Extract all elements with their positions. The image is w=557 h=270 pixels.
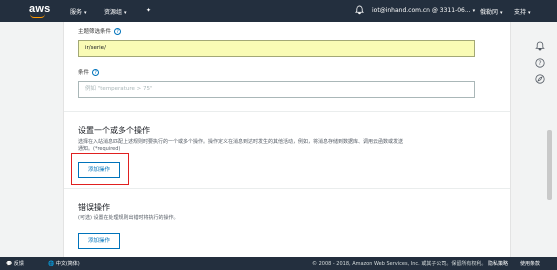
error-action-section-title: 错误操作 [78, 203, 110, 212]
chevron-down-icon: ▾ [500, 10, 503, 16]
copyright-text: © 2008 - 2018, Amazon Web Services, Inc.… [312, 261, 487, 267]
topic-filter-field-label: 主题筛选条件? [78, 27, 122, 35]
compass-icon[interactable] [535, 69, 545, 84]
bell-icon[interactable] [535, 36, 545, 51]
add-error-action-button[interactable]: 添加操作 [78, 233, 120, 249]
error-action-description: (可选) 设置在处理规则出错时将执行的操作。 [78, 215, 179, 221]
topic-filter-input[interactable]: ir/serie/ [78, 40, 475, 57]
top-navigation-bar: aws 服务 ▾ 资源组 ▾ ✦ iot@inhand.com.cn @ 3311-… [0, 0, 557, 22]
account-menu[interactable]: iot@inhand.com.cn @ 3311-06... ▾ [372, 7, 475, 14]
info-icon[interactable]: ? [114, 28, 122, 35]
services-menu[interactable]: 服务 ▾ [70, 7, 87, 16]
bell-icon[interactable] [354, 5, 365, 15]
region-menu[interactable]: 俄勒冈 ▾ [480, 7, 503, 16]
add-action-button[interactable]: 添加操作 [78, 162, 120, 178]
actions-description-line-1: 选择在入站消息匹配上述规则时要执行的一个或多个操作。操作定义在消息到达时发生的其… [78, 139, 404, 145]
condition-input[interactable]: 例如 "temperature > 75" [78, 81, 475, 98]
chevron-down-icon: ▾ [124, 10, 127, 16]
feedback-label: 反馈 [13, 261, 24, 267]
svg-text:?: ? [538, 60, 541, 67]
actions-section-description: 选择在入站消息匹配上述规则时要执行的一个或多个操作。操作定义在消息到达时发生的其… [78, 139, 498, 153]
section-divider [64, 111, 510, 112]
services-label: 服务 [70, 9, 83, 16]
language-label: 中文(简体) [55, 261, 80, 267]
resource-groups-label: 资源组 [104, 9, 123, 16]
terms-link[interactable]: 使用条款 [520, 260, 540, 267]
vertical-scrollbar[interactable] [547, 130, 552, 200]
rule-form-panel: 主题筛选条件? ir/serie/ 条件? 例如 "temperature > … [63, 22, 511, 257]
topic-filter-label: 主题筛选条件 [78, 29, 112, 35]
language-selector[interactable]: 🌐 中文(简体) [48, 260, 80, 267]
footer-bar: 💬 反馈 🌐 中文(简体) © 2008 - 2018, Amazon Web … [0, 257, 557, 270]
actions-section-title: 设置一个或多个操作 [78, 126, 150, 135]
privacy-link[interactable]: 隐私策略 [488, 260, 508, 267]
chevron-down-icon: ▾ [528, 10, 531, 16]
help-icon[interactable]: ? [535, 53, 545, 68]
support-menu[interactable]: 支持 ▾ [514, 7, 531, 16]
aws-logo-smile-icon [30, 14, 45, 18]
condition-label: 条件 [78, 70, 90, 76]
main-content: 主题筛选条件? ir/serie/ 条件? 例如 "temperature > … [8, 22, 527, 257]
support-label: 支持 [514, 9, 527, 16]
chevron-down-icon: ▾ [472, 8, 476, 14]
aws-logo[interactable]: aws [29, 3, 59, 19]
condition-field-label: 条件? [78, 68, 100, 76]
account-label: iot@inhand.com.cn @ 3311-06... [372, 7, 471, 14]
chevron-down-icon: ▾ [84, 10, 87, 16]
region-label: 俄勒冈 [480, 9, 499, 16]
actions-description-line-2: 通知。(*required) [78, 146, 121, 152]
feedback-link[interactable]: 💬 反馈 [6, 260, 24, 267]
pin-icon[interactable]: ✦ [146, 7, 151, 14]
right-rail: ? [527, 22, 557, 257]
section-divider [64, 188, 510, 189]
resource-groups-menu[interactable]: 资源组 ▾ [104, 7, 127, 16]
info-icon[interactable]: ? [92, 69, 100, 76]
